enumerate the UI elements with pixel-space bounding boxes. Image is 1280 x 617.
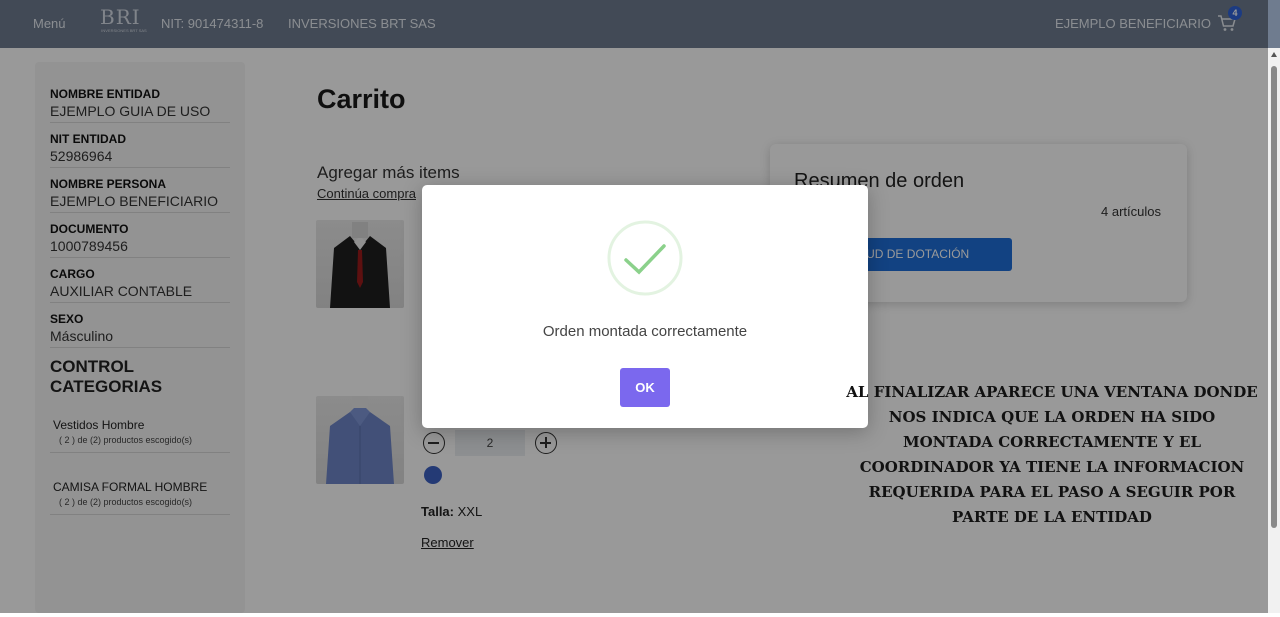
bottom-edge [0, 613, 1280, 617]
ok-button[interactable]: OK [620, 368, 670, 407]
scroll-up-arrow-icon[interactable] [1271, 52, 1277, 57]
scrollbar[interactable] [1268, 48, 1280, 613]
scrollbar-thumb[interactable] [1271, 66, 1277, 528]
dialog-message: Orden montada correctamente [542, 323, 748, 340]
instruction-annotation: AL FINALIZAR APARECE UNA VENTANA DONDE N… [846, 383, 1258, 526]
success-check-icon [607, 220, 683, 296]
success-dialog: Orden montada correctamente OK [422, 185, 868, 428]
